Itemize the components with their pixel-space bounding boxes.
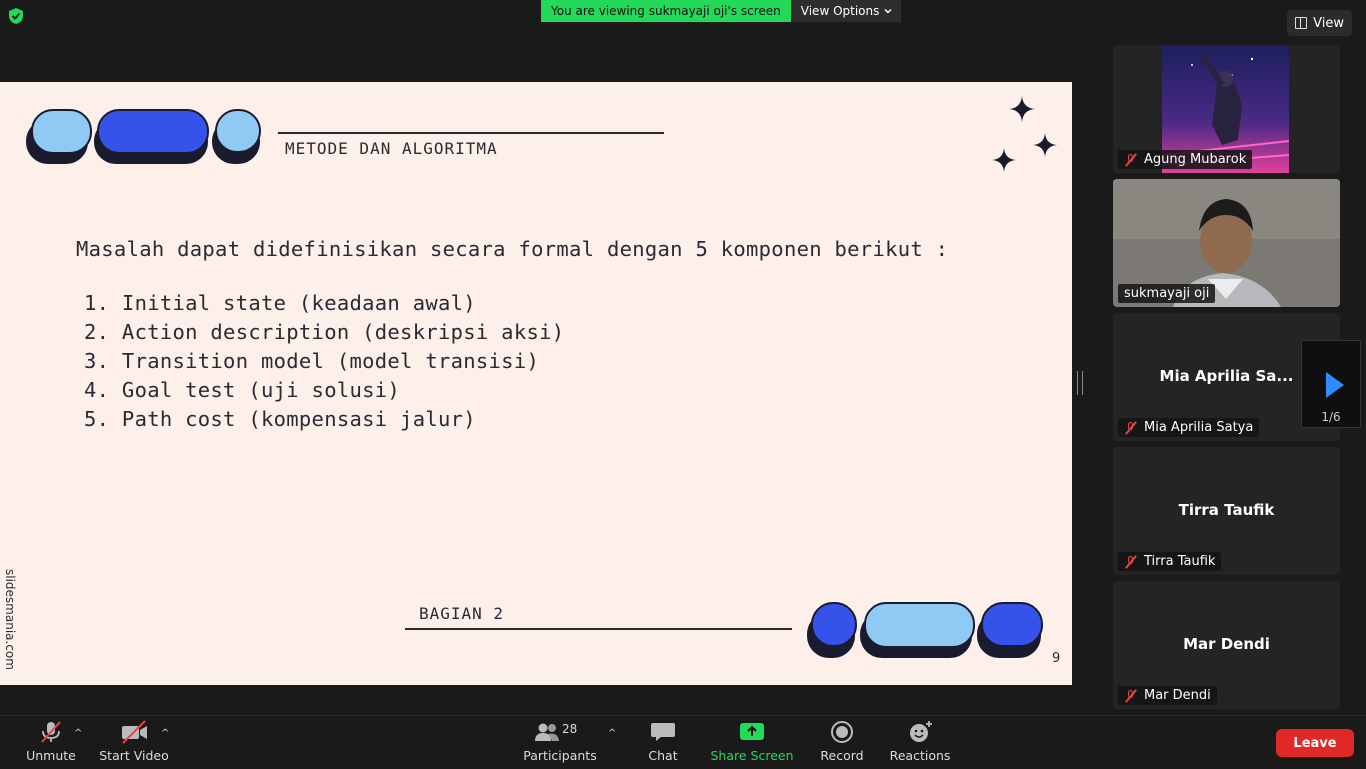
list-item: 3. Transition model (model transisi): [84, 349, 540, 373]
reactions-button[interactable]: Reactions: [888, 716, 952, 769]
participant-name-tag: Mar Dendi: [1118, 686, 1217, 705]
participants-options-caret[interactable]: ^: [608, 728, 616, 739]
title-rule: [278, 132, 664, 134]
sparkle-icon: [992, 148, 1016, 172]
slide-title: METODE DAN ALGORITMA: [285, 139, 498, 158]
participant-display-name: Mar Dendi: [1183, 635, 1270, 653]
leave-meeting-button[interactable]: Leave: [1276, 729, 1354, 757]
mic-muted-icon: [1124, 421, 1138, 435]
view-label: View: [1313, 15, 1344, 31]
start-video-button[interactable]: Start Video: [98, 716, 170, 769]
participants-button[interactable]: 28 Participants: [522, 716, 598, 769]
shared-screen-slide: METODE DAN ALGORITMA Masalah dapat didef…: [0, 82, 1072, 685]
slide-intro-text: Masalah dapat didefinisikan secara forma…: [76, 237, 949, 261]
start-video-label: Start Video: [99, 748, 169, 763]
meeting-toolbar: Unmute ^ Start Video ^ 28 Participants ^…: [0, 715, 1366, 769]
decor-pill: [981, 602, 1043, 647]
video-options-caret[interactable]: ^: [161, 728, 169, 739]
decor-pill: [97, 109, 209, 154]
view-options-button[interactable]: View Options: [790, 0, 902, 22]
microphone-muted-icon: [41, 721, 61, 743]
reactions-label: Reactions: [889, 748, 951, 763]
participants-icon-wrap: 28: [530, 720, 590, 744]
emoji-add-icon: [910, 721, 932, 742]
gallery-next-page-button[interactable]: 1/6: [1301, 340, 1361, 428]
participant-tile[interactable]: Tirra Taufik Tirra Taufik: [1113, 447, 1340, 575]
decor-pill: [215, 109, 261, 153]
participant-name-tag: sukmayaji oji: [1118, 284, 1216, 303]
participant-name-tag: Agung Mubarok: [1118, 150, 1253, 169]
screen-share-banner: You are viewing sukmayaji oji's screen V…: [541, 0, 902, 22]
decor-pill: [864, 602, 975, 648]
share-screen-button[interactable]: Share Screen: [710, 716, 794, 769]
decor-pill: [31, 109, 92, 154]
participant-name-tag: Mia Aprilia Satya: [1118, 418, 1260, 437]
list-item: 5. Path cost (kompensasi jalur): [84, 407, 476, 431]
unmute-label: Unmute: [26, 748, 76, 763]
gallery-page-indicator: 1/6: [1321, 410, 1341, 424]
slide-component-list: 1. Initial state (keadaan awal) 2. Actio…: [84, 289, 564, 434]
sparkle-icon: [1033, 133, 1057, 157]
chat-label: Chat: [648, 748, 678, 763]
participant-name-tag: Tirra Taufik: [1118, 552, 1222, 571]
list-item: 2. Action description (deskripsi aksi): [84, 320, 565, 344]
video-camera-off-icon: [122, 720, 147, 744]
participant-display-name: Tirra Taufik: [1178, 501, 1275, 519]
view-options-label: View Options: [800, 4, 880, 18]
section-label: BAGIAN 2: [419, 604, 505, 623]
chevron-down-icon: [884, 8, 892, 14]
mic-muted-icon: [1124, 689, 1138, 703]
list-item: 1. Initial state (keadaan awal): [84, 291, 476, 315]
mic-muted-icon: [1124, 555, 1138, 569]
slide-page-number: 9: [1052, 651, 1061, 666]
share-screen-icon: [740, 723, 764, 740]
unmute-button[interactable]: Unmute: [24, 716, 78, 769]
share-screen-label: Share Screen: [710, 748, 794, 763]
view-layout-button[interactable]: View: [1287, 10, 1352, 36]
slide-credit: slidesmania.com: [3, 569, 17, 670]
participants-icon: [535, 723, 559, 741]
decor-pill: [811, 602, 857, 647]
layout-grid-icon: [1295, 17, 1308, 29]
participant-tile[interactable]: Mar Dendi Mar Dendi: [1113, 581, 1340, 709]
sparkle-icon: [1009, 96, 1035, 122]
record-button[interactable]: Record: [818, 716, 866, 769]
record-label: Record: [820, 748, 864, 763]
participant-name: Agung Mubarok: [1144, 152, 1247, 167]
section-rule: [405, 628, 792, 630]
participant-tile[interactable]: sukmayaji oji: [1113, 179, 1340, 307]
participant-name: Tirra Taufik: [1144, 554, 1216, 569]
mic-muted-icon: [1124, 153, 1138, 167]
list-item: 4. Goal test (uji solusi): [84, 378, 401, 402]
viewing-screen-label: You are viewing sukmayaji oji's screen: [541, 0, 791, 22]
panel-resize-handle[interactable]: [1077, 371, 1083, 395]
security-shield-icon[interactable]: [6, 6, 26, 26]
participant-name: Mia Aprilia Satya: [1144, 420, 1254, 435]
chat-button[interactable]: Chat: [643, 716, 683, 769]
participant-tile[interactable]: Agung Mubarok: [1113, 45, 1340, 173]
participants-label: Participants: [523, 748, 597, 763]
chat-bubble-icon: [651, 723, 675, 741]
participants-count: 28: [562, 722, 578, 736]
record-icon: [831, 721, 853, 743]
participant-name: Mar Dendi: [1144, 688, 1211, 703]
participant-name: sukmayaji oji: [1124, 286, 1210, 301]
audio-options-caret[interactable]: ^: [74, 728, 82, 739]
play-arrow-icon: [1326, 372, 1344, 398]
